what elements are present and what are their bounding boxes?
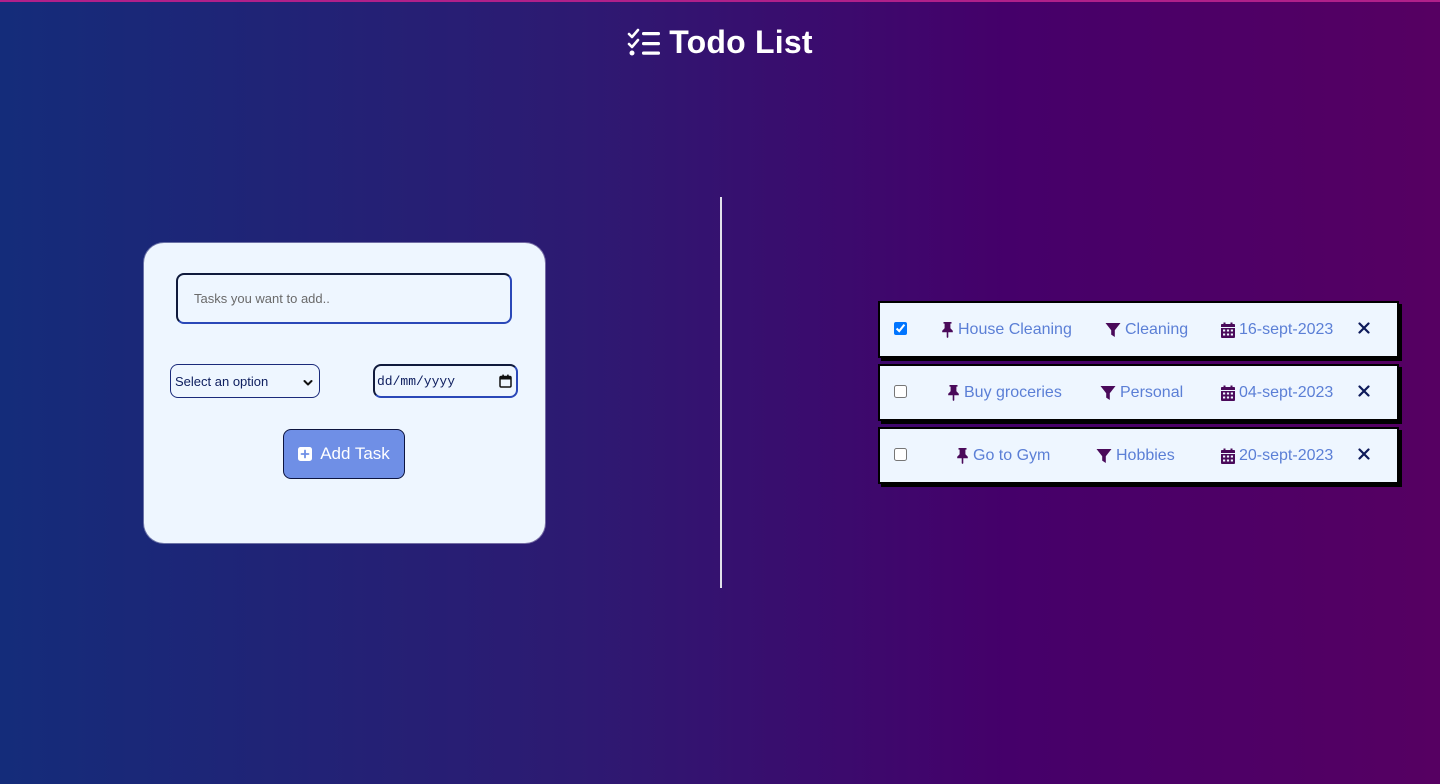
task-name: Buy groceries — [947, 366, 1062, 419]
due-date-field[interactable]: dd/mm/yyyy — [373, 364, 518, 398]
task-date-label: 20-sept-2023 — [1239, 446, 1334, 464]
task-name: Go to Gym — [956, 429, 1050, 482]
filter-icon — [1105, 322, 1121, 338]
task-category-label: Cleaning — [1125, 320, 1189, 338]
task-row: Buy groceries Personal 04-sept-2023 — [878, 364, 1399, 421]
add-task-button[interactable]: Add Task — [283, 429, 405, 479]
plus-square-icon — [298, 447, 313, 461]
filter-icon — [1096, 448, 1112, 464]
task-category: Personal — [1100, 366, 1183, 419]
task-row: House Cleaning Cleaning 16-sept-2023 — [878, 301, 1399, 358]
task-name: House Cleaning — [941, 303, 1072, 356]
filter-icon — [1100, 385, 1116, 401]
calendar-icon — [1221, 385, 1235, 401]
due-date-placeholder: dd/mm/yyyy — [377, 373, 456, 389]
calendar-icon — [1221, 322, 1235, 338]
thumbtack-icon — [956, 447, 969, 464]
top-accent-line — [0, 0, 1440, 2]
page-title: Todo List — [669, 23, 813, 60]
close-icon[interactable] — [1357, 446, 1371, 462]
task-date: 20-sept-2023 — [1221, 429, 1333, 482]
task-date-label: 16-sept-2023 — [1239, 320, 1334, 338]
thumbtack-icon — [941, 321, 954, 338]
add-task-button-label: Add Task — [320, 444, 390, 463]
task-name-label: House Cleaning — [958, 320, 1072, 338]
chevron-down-icon — [303, 376, 313, 391]
calendar-picker-icon[interactable] — [499, 374, 512, 392]
vertical-divider — [720, 197, 722, 588]
task-category-label: Hobbies — [1116, 446, 1175, 464]
page-header: Todo List — [0, 20, 1440, 64]
task-date-label: 04-sept-2023 — [1239, 383, 1334, 401]
task-name-label: Buy groceries — [964, 383, 1062, 401]
category-select[interactable]: Select an option — [170, 364, 320, 398]
task-done-checkbox[interactable] — [894, 322, 907, 335]
calendar-icon — [1221, 448, 1235, 464]
thumbtack-icon — [947, 384, 960, 401]
task-category: Cleaning — [1105, 303, 1188, 356]
task-row: Go to Gym Hobbies 20-sept-2023 — [878, 427, 1399, 484]
add-task-form: Select an option dd/mm/yyyy Add Task — [144, 243, 545, 543]
task-done-checkbox[interactable] — [894, 385, 907, 398]
task-done-checkbox[interactable] — [894, 448, 907, 461]
task-category-label: Personal — [1120, 383, 1184, 401]
close-icon[interactable] — [1357, 320, 1371, 336]
task-input[interactable] — [176, 273, 512, 324]
task-date: 16-sept-2023 — [1221, 303, 1333, 356]
task-date: 04-sept-2023 — [1221, 366, 1333, 419]
list-check-icon — [627, 28, 661, 56]
close-icon[interactable] — [1357, 383, 1371, 399]
task-name-label: Go to Gym — [973, 446, 1051, 464]
category-select-value: Select an option — [175, 373, 269, 389]
task-category: Hobbies — [1096, 429, 1175, 482]
